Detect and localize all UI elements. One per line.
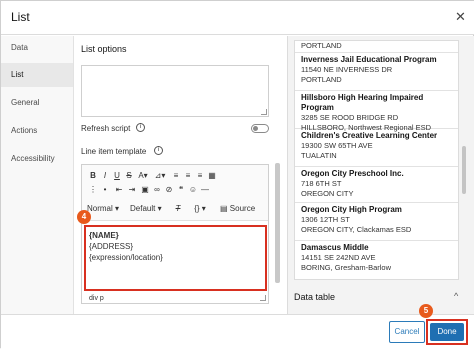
script-textarea[interactable] <box>81 65 269 117</box>
item-line1: 19300 SW 65TH AVE <box>301 141 373 150</box>
link-icon[interactable]: ∞ <box>152 184 162 196</box>
dialog-title: List <box>11 10 30 24</box>
side-nav: Data List General Actions Accessibility <box>1 36 74 314</box>
item-name: Children's Creative Learning Center <box>301 131 438 140</box>
source-button[interactable]: ▤ Source <box>220 203 260 215</box>
element-path: div p <box>89 295 104 302</box>
font-select-value: Default <box>130 204 156 213</box>
item-line1: 1306 12TH ST <box>301 215 350 224</box>
template-line-address: {ADDRESS} <box>89 242 134 251</box>
format-select[interactable]: Normal ▾ <box>87 203 121 215</box>
emoji-icon[interactable]: ☺ <box>188 184 198 196</box>
decrease-indent-icon[interactable]: ⇤ <box>113 184 125 196</box>
nav-item-list[interactable]: List <box>1 63 73 87</box>
template-content-area[interactable]: {NAME} {ADDRESS} {expression/location} <box>84 225 267 291</box>
list-item[interactable]: Damascus Middle 14151 SE 242ND AVE BORIN… <box>295 241 458 279</box>
preview-list: PORTLAND Inverness Jail Educational Prog… <box>294 40 459 280</box>
item-name: Inverness Jail Educational Program <box>301 55 437 64</box>
preview-scrollbar[interactable] <box>462 146 466 194</box>
nav-item-accessibility[interactable]: Accessibility <box>1 147 73 171</box>
font-select[interactable]: Default ▾ <box>130 203 166 215</box>
item-line1: 14151 SE 242ND AVE <box>301 253 376 262</box>
align-center-icon[interactable]: ≡ <box>183 170 193 182</box>
refresh-script-toggle[interactable] <box>251 124 269 133</box>
bulleted-list-icon[interactable]: • <box>100 184 110 196</box>
preview-panel: PORTLAND Inverness Jail Educational Prog… <box>287 36 474 314</box>
item-name: Damascus Middle <box>301 243 369 252</box>
editor-toolbar: B I U S A▾ ⊿▾ ≡ ≡ ≡ ▦ ⋮ • ⇤ ⇥ ▣ ∞ ⊘ ❝ ☺ … <box>82 165 268 221</box>
toggle-knob <box>253 126 258 131</box>
refresh-script-label: Refresh script <box>81 124 131 133</box>
item-line2: TUALATIN <box>301 151 337 160</box>
done-button[interactable]: Done <box>430 323 464 341</box>
item-line1: PORTLAND <box>301 41 342 50</box>
template-editor: B I U S A▾ ⊿▾ ≡ ≡ ≡ ▦ ⋮ • ⇤ ⇥ ▣ ∞ ⊘ ❝ ☺ … <box>81 164 269 304</box>
nav-item-actions[interactable]: Actions <box>1 119 73 143</box>
cancel-button[interactable]: Cancel <box>389 321 425 343</box>
item-name: Oregon City High Program <box>301 205 402 214</box>
braces-label: {} <box>194 204 200 213</box>
item-line2: OREGON CITY <box>301 189 354 198</box>
resize-handle[interactable] <box>261 109 267 115</box>
template-line-expression: {expression/location} <box>89 253 163 262</box>
clear-format-button[interactable]: T <box>172 203 184 215</box>
done-highlight: Done <box>426 319 468 345</box>
item-line2: OREGON CITY, Clackamas ESD <box>301 225 412 234</box>
format-select-value: Normal <box>87 204 113 213</box>
list-item[interactable]: Oregon City High Program 1306 12TH ST OR… <box>295 203 458 241</box>
item-line2: BORING, Gresham-Barlow <box>301 263 392 272</box>
list-item[interactable]: Hillsboro High Hearing Impaired Program … <box>295 91 458 132</box>
increase-indent-icon[interactable]: ⇥ <box>126 184 138 196</box>
source-icon: ▤ <box>220 204 228 213</box>
step-badge-5: 5 <box>419 304 433 318</box>
section-title: List options <box>81 44 127 54</box>
list-item[interactable]: PORTLAND <box>295 41 458 53</box>
align-right-icon[interactable]: ≡ <box>195 170 205 182</box>
table-icon[interactable]: ▦ <box>207 170 217 182</box>
settings-panel: List options Refresh script i Line item … <box>75 36 286 314</box>
strikethrough-button[interactable]: S <box>124 170 134 182</box>
bold-button[interactable]: B <box>88 170 98 182</box>
quote-icon[interactable]: ❝ <box>176 184 186 196</box>
chevron-up-icon[interactable]: ^ <box>454 291 458 301</box>
dialog-footer: Cancel Done <box>1 314 474 349</box>
italic-button[interactable]: I <box>100 170 110 182</box>
numbered-list-icon[interactable]: ⋮ <box>88 184 98 196</box>
step-badge-4: 4 <box>77 210 91 224</box>
unlink-icon[interactable]: ⊘ <box>164 184 174 196</box>
underline-button[interactable]: U <box>112 170 122 182</box>
item-line1: 3285 SE ROOD BRIDGE RD <box>301 113 399 122</box>
nav-item-general[interactable]: General <box>1 91 73 115</box>
highlight-icon[interactable]: ⊿▾ <box>154 170 166 182</box>
source-label: Source <box>229 204 256 213</box>
resize-handle[interactable] <box>260 295 266 301</box>
line-item-template-label: Line item template <box>81 147 147 156</box>
info-icon[interactable]: i <box>154 146 163 155</box>
close-icon[interactable]: ✕ <box>455 9 466 25</box>
list-item[interactable]: Children's Creative Learning Center 1930… <box>295 129 458 167</box>
item-line1: 718 6TH ST <box>301 179 342 188</box>
font-color-icon[interactable]: A▾ <box>137 170 149 182</box>
item-line2: PORTLAND <box>301 75 342 84</box>
item-line1: 11540 NE INVERNESS DR <box>301 65 393 74</box>
data-table-header[interactable]: Data table <box>294 292 335 302</box>
dialog-header: List ✕ <box>1 1 474 35</box>
item-name: Hillsboro High Hearing Impaired Program <box>301 93 424 112</box>
image-icon[interactable]: ▣ <box>140 184 150 196</box>
list-item[interactable]: Oregon City Preschool Inc. 718 6TH ST OR… <box>295 167 458 203</box>
nav-item-data[interactable]: Data <box>1 36 73 60</box>
list-item[interactable]: Inverness Jail Educational Program 11540… <box>295 53 458 91</box>
template-line-name: {NAME} <box>89 231 119 240</box>
item-name: Oregon City Preschool Inc. <box>301 169 404 178</box>
align-left-icon[interactable]: ≡ <box>171 170 181 182</box>
insert-field-button[interactable]: {} ▾ <box>190 203 210 215</box>
info-icon[interactable]: i <box>136 123 145 132</box>
settings-scrollbar[interactable] <box>275 163 280 283</box>
list-dialog: List ✕ Data List General Actions Accessi… <box>0 0 474 349</box>
horizontal-rule-icon[interactable]: ― <box>200 184 210 196</box>
